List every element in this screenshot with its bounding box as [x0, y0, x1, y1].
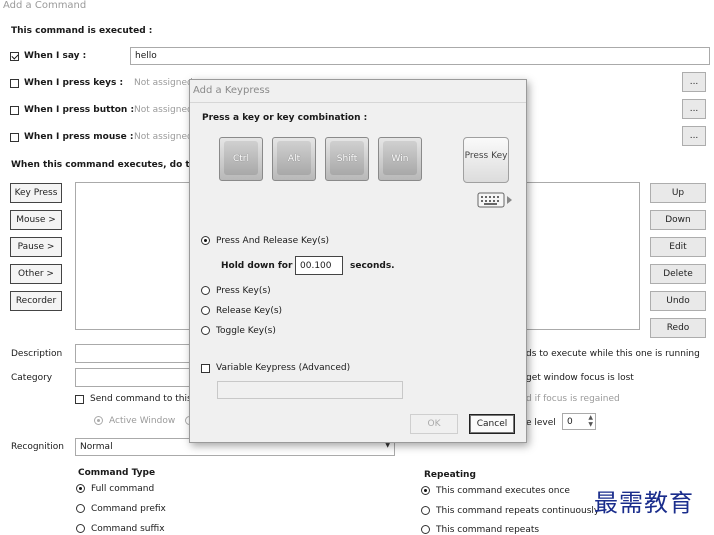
- release-key-radio[interactable]: [201, 306, 210, 315]
- repeating-title: Repeating: [424, 470, 476, 480]
- toggle-key-label: Toggle Key(s): [216, 326, 276, 336]
- section-title: This command is executed :: [11, 26, 153, 36]
- win-key-button[interactable]: Win: [378, 137, 422, 181]
- variable-keypress-label: Variable Keypress (Advanced): [216, 363, 351, 373]
- undo-button[interactable]: Undo: [650, 291, 706, 311]
- alt-key-label: Alt: [287, 154, 301, 164]
- when-i-say-label: When I say :: [24, 51, 87, 61]
- level-spinner[interactable]: 0 ▲ ▼: [562, 413, 596, 430]
- chevron-down-icon: ▼: [385, 442, 390, 449]
- title-divider: [190, 102, 526, 103]
- keys-ellipsis-button[interactable]: ...: [682, 72, 706, 92]
- shift-key-label: Shift: [336, 154, 358, 164]
- keys-value: Not assigned: [134, 78, 193, 88]
- press-key-radio[interactable]: [201, 286, 210, 295]
- button-ellipsis-button[interactable]: ...: [682, 99, 706, 119]
- when-i-say-checkbox[interactable]: [10, 52, 19, 61]
- other-button[interactable]: Other >: [10, 264, 62, 284]
- focus-regained-label: d if focus is regained: [526, 394, 620, 404]
- cancel-button[interactable]: Cancel: [469, 414, 515, 434]
- window-title: Add a Command: [3, 0, 87, 11]
- win-key-label: Win: [391, 154, 409, 164]
- command-suffix-label: Command suffix: [91, 524, 165, 534]
- pause-button[interactable]: Pause >: [10, 237, 62, 257]
- keyboard-icon: [477, 192, 512, 208]
- active-window-label: Active Window: [109, 416, 176, 426]
- when-i-press-mouse-checkbox[interactable]: [10, 133, 19, 142]
- when-i-press-button-label: When I press button :: [24, 105, 135, 115]
- ctrl-key-button[interactable]: Ctrl: [219, 137, 263, 181]
- shift-key-button[interactable]: Shift: [325, 137, 369, 181]
- mouse-button[interactable]: Mouse >: [10, 210, 62, 230]
- edit-button[interactable]: Edit: [650, 237, 706, 257]
- seconds-label: seconds.: [350, 261, 395, 271]
- release-key-label: Release Key(s): [216, 306, 283, 316]
- alt-key-button[interactable]: Alt: [272, 137, 316, 181]
- description-label: Description: [11, 349, 63, 359]
- focus-lost-label: get window focus is lost: [526, 373, 634, 383]
- mouse-ellipsis-button[interactable]: ...: [682, 126, 706, 146]
- category-input[interactable]: [75, 368, 195, 387]
- press-and-release-radio[interactable]: [201, 236, 210, 245]
- redo-button[interactable]: Redo: [650, 318, 706, 338]
- hold-duration-input[interactable]: 00.100: [295, 256, 343, 275]
- key-press-button[interactable]: Key Press: [10, 183, 62, 203]
- add-keypress-dialog: Add a Keypress Press a key or key combin…: [189, 79, 527, 443]
- dialog-title: Add a Keypress: [193, 85, 270, 96]
- down-button[interactable]: Down: [650, 210, 706, 230]
- when-i-press-button-checkbox[interactable]: [10, 106, 19, 115]
- full-command-radio[interactable]: [76, 484, 85, 493]
- category-label: Category: [11, 373, 53, 383]
- ctrl-key-label: Ctrl: [232, 154, 249, 164]
- variable-keypress-input[interactable]: [217, 381, 403, 399]
- ok-button[interactable]: OK: [410, 414, 458, 434]
- when-i-press-keys-label: When I press keys :: [24, 78, 124, 88]
- description-input[interactable]: [75, 344, 195, 363]
- variable-keypress-checkbox[interactable]: [201, 364, 210, 373]
- send-command-checkbox[interactable]: [75, 395, 84, 404]
- toggle-key-radio[interactable]: [201, 326, 210, 335]
- repeats-continuously-label: This command repeats continuously: [436, 506, 600, 516]
- commands-running-label: ds to execute while this one is running: [526, 349, 700, 359]
- when-i-press-mouse-label: When I press mouse :: [24, 132, 134, 142]
- button-value: Not assigned: [134, 105, 193, 115]
- active-window-radio[interactable]: [94, 416, 103, 425]
- press-key-mode-label: Press Key(s): [216, 286, 271, 296]
- recognition-label: Recognition: [11, 442, 64, 452]
- hold-down-label: Hold down for: [221, 261, 293, 271]
- command-prefix-label: Command prefix: [91, 504, 166, 514]
- command-prefix-radio[interactable]: [76, 504, 85, 513]
- command-type-title: Command Type: [78, 468, 156, 478]
- repeats-continuously-radio[interactable]: [421, 506, 430, 515]
- recognition-value: Normal: [80, 442, 113, 452]
- level-value: 0: [567, 416, 573, 427]
- mouse-value: Not assigned: [134, 132, 193, 142]
- recorder-button[interactable]: Recorder: [10, 291, 62, 311]
- executes-once-label: This command executes once: [436, 486, 570, 496]
- repeats-radio[interactable]: [421, 525, 430, 534]
- press-and-release-label: Press And Release Key(s): [216, 236, 330, 246]
- level-label: e level: [526, 418, 556, 428]
- executes-once-radio[interactable]: [421, 486, 430, 495]
- send-command-label: Send command to this: [90, 394, 192, 404]
- press-key-label: Press Key: [464, 151, 508, 161]
- action-header: When this command executes, do the f: [11, 160, 210, 170]
- when-i-say-input[interactable]: hello: [130, 47, 710, 65]
- dialog-prompt: Press a key or key combination :: [202, 113, 368, 123]
- repeats-label: This command repeats: [436, 525, 540, 535]
- up-button[interactable]: Up: [650, 183, 706, 203]
- press-key-button[interactable]: Press Key: [463, 137, 509, 183]
- spinner-arrows-icon[interactable]: ▲ ▼: [588, 414, 593, 428]
- delete-button[interactable]: Delete: [650, 264, 706, 284]
- full-command-label: Full command: [91, 484, 155, 494]
- when-i-press-keys-checkbox[interactable]: [10, 79, 19, 88]
- watermark: 最需教育: [594, 489, 694, 517]
